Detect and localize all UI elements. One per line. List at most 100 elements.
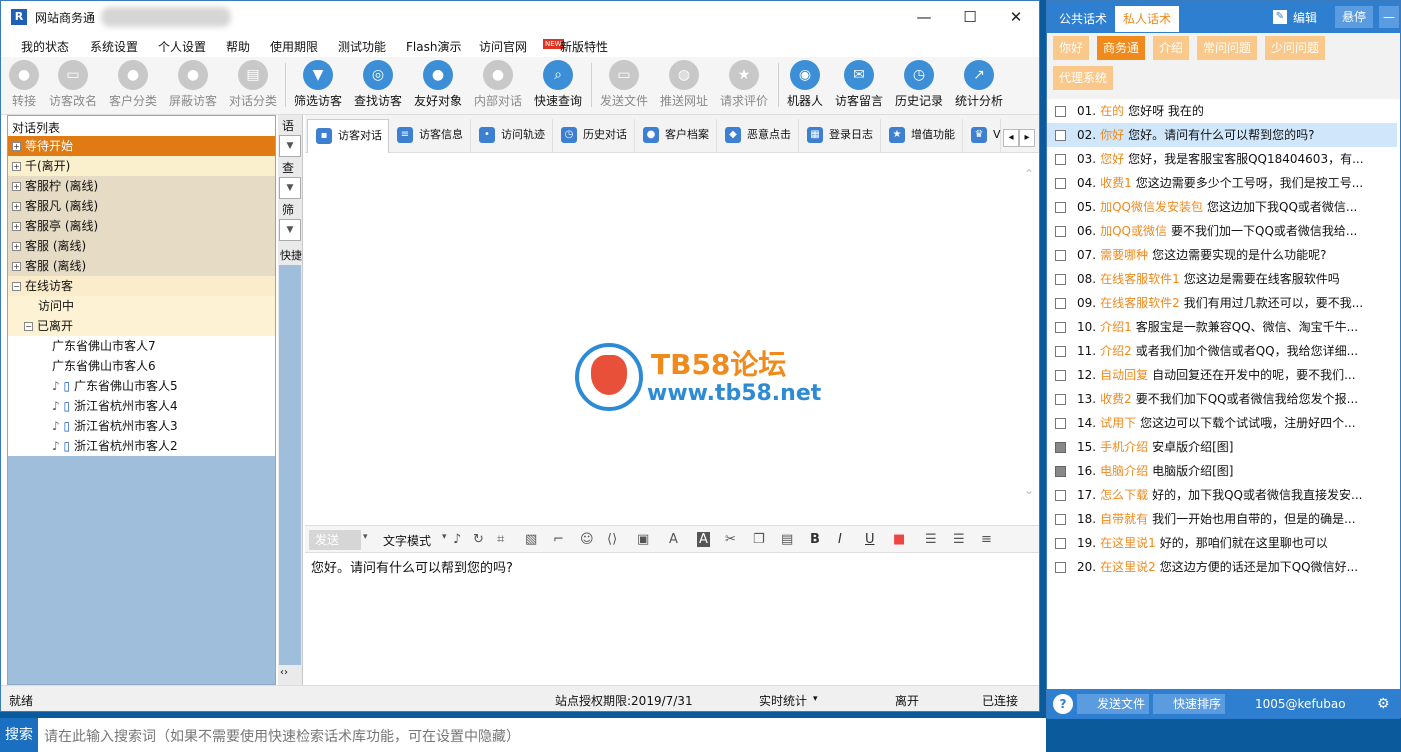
group-agent[interactable]: + 客服 (离线) — [8, 256, 275, 276]
menu-flash-demo[interactable]: Flash演示 — [406, 38, 461, 55]
edit-icon[interactable]: ✎ — [1273, 10, 1287, 24]
phrase-item[interactable]: 04. 收费1 您这边需要多少个工号呀，我们是按工号... — [1047, 171, 1397, 195]
push-url-button[interactable]: ◍ 推送网址 — [658, 60, 710, 109]
phrase-item[interactable]: 10. 介绍1 客服宝是一款兼容QQ、微信、淘宝千牛... — [1047, 315, 1397, 339]
category-business[interactable]: 商务通 — [1097, 36, 1146, 60]
classify-chat-button[interactable]: ▤ 对话分类 — [227, 60, 279, 109]
copy-icon[interactable]: ❐ — [753, 532, 765, 547]
history-button[interactable]: ◷ 历史记录 — [893, 60, 945, 109]
language-dropdown[interactable]: ▼ — [279, 135, 301, 157]
phrase-item[interactable]: 05. 加QQ微信发安装包 您这边加下我QQ或者微信... — [1047, 195, 1397, 219]
code-icon[interactable]: ⟨⟩ — [607, 532, 617, 547]
image-icon[interactable]: ▧ — [525, 532, 537, 547]
filter-dropdown[interactable]: ▼ — [279, 219, 301, 241]
phrase-item[interactable]: 03. 您好 您好，我是客服宝客服QQ18404603，有... — [1047, 147, 1397, 171]
phrase-item[interactable]: 14. 试用下 您这边可以下载个试试哦，注册好四个... — [1047, 411, 1397, 435]
save-icon[interactable]: ▣ — [637, 532, 649, 547]
group-agent[interactable]: + 客服 (离线) — [8, 236, 275, 256]
visitor-item[interactable]: 广东省佛山市客人7 — [8, 336, 275, 356]
robot-button[interactable]: ◉ 机器人 — [785, 60, 825, 109]
crop-icon[interactable]: ⌐ — [553, 532, 564, 547]
phrase-item[interactable]: 17. 怎么下载 好的，加下我QQ或者微信我直接发安... — [1047, 483, 1397, 507]
send-button[interactable]: 发送 — [309, 530, 361, 550]
paste-icon[interactable]: ▤ — [781, 532, 793, 547]
color-picker-icon[interactable]: ■ — [893, 532, 905, 547]
text-mode-select[interactable]: 文字模式 — [383, 532, 431, 549]
bullet-list-icon[interactable]: ☰ — [953, 532, 965, 547]
visitor-message-button[interactable]: ✉ 访客留言 — [833, 60, 885, 109]
send-file-button[interactable]: ▭ 发送文件 — [598, 60, 650, 109]
category-agent-system[interactable]: 代理系统 — [1053, 66, 1114, 90]
scroll-arrows-icon[interactable]: ‹› — [280, 667, 288, 678]
tab-scroll-right-icon[interactable]: ▸ — [1019, 129, 1035, 147]
tab-login-log[interactable]: ▦ 登录日志 — [799, 119, 881, 153]
menu-system-settings[interactable]: 系统设置 — [90, 38, 138, 55]
request-rating-button[interactable]: ★ 请求评价 — [718, 60, 770, 109]
menu-usage-period[interactable]: 使用期限 — [270, 38, 318, 55]
minimize-button[interactable]: — — [901, 1, 947, 33]
tab-public-phrases[interactable]: 公共话术 — [1051, 6, 1115, 32]
friendly-objects-button[interactable]: ● 友好对象 — [412, 60, 464, 109]
tab-visitor-info[interactable]: ≡ 访客信息 — [389, 119, 471, 153]
phrase-item[interactable]: 19. 在这里说1 好的，那咱们就在这里聊也可以 — [1047, 531, 1397, 555]
category-intro[interactable]: 介绍 — [1153, 36, 1190, 60]
bold-icon[interactable]: B — [810, 532, 820, 547]
realtime-stats[interactable]: 实时统计 — [759, 692, 807, 709]
tab-private-phrases[interactable]: 私人话术 — [1115, 6, 1180, 32]
screenshot-icon[interactable]: ⌗ — [497, 532, 504, 547]
menu-help[interactable]: 帮助 — [226, 38, 250, 55]
group-agent[interactable]: + 客服柠 (离线) — [8, 176, 275, 196]
tab-visit-track[interactable]: • 访问轨迹 — [471, 119, 553, 153]
emoji-icon[interactable]: ☺ — [580, 532, 594, 547]
visitor-item[interactable]: ♪ ▯ 浙江省杭州市客人4 — [8, 396, 275, 416]
message-area[interactable]: TB58论坛 www.tb58.net ⌃ ⌄ — [305, 153, 1039, 523]
menu-new-features[interactable]: 新版特性 — [560, 38, 608, 55]
visitor-item[interactable]: 广东省佛山市客人6 — [8, 356, 275, 376]
query-dropdown[interactable]: ▼ — [279, 177, 301, 199]
group-agent[interactable]: + 客服亭 (离线) — [8, 216, 275, 236]
rename-visitor-button[interactable]: ▭ 访客改名 — [47, 60, 99, 109]
settings-gear-icon[interactable]: ⚙ — [1377, 694, 1390, 714]
phrase-item[interactable]: 02. 你好 您好。请问有什么可以帮到您的吗? — [1047, 123, 1397, 147]
align-icon[interactable]: ≡ — [981, 532, 992, 547]
phrase-item[interactable]: 12. 自动回复 自动回复还在开发中的呢，要不我们... — [1047, 363, 1397, 387]
font-bg-icon[interactable]: A — [697, 532, 710, 547]
block-visitor-button[interactable]: ● 屏蔽访客 — [167, 60, 219, 109]
visitor-item[interactable]: ♪ ▯ 浙江省杭州市客人2 — [8, 436, 275, 456]
close-button[interactable]: ✕ — [993, 1, 1039, 33]
phrase-item[interactable]: 18. 自带就有 我们一开始也用自带的，但是的确是... — [1047, 507, 1397, 531]
tab-malicious-click[interactable]: ◆ 恶意点击 — [717, 119, 799, 153]
scroll-down-icon[interactable]: ⌄ — [1024, 483, 1034, 497]
phrase-item[interactable]: 06. 加QQ或微信 要不我们加一下QQ或者微信我给... — [1047, 219, 1397, 243]
minimize-button[interactable]: — — [1379, 6, 1399, 28]
scroll-up-icon[interactable]: ⌃ — [1024, 167, 1034, 181]
message-input[interactable]: 您好。请问有什么可以帮到您的吗? — [305, 553, 1039, 685]
phrase-item[interactable]: 13. 收费2 要不我们加下QQ或者微信我给您发个报... — [1047, 387, 1397, 411]
group-visiting[interactable]: 访问中 — [8, 296, 275, 316]
phrase-item[interactable]: 20. 在这里说2 您这边方便的话还是加下QQ微信好... — [1047, 555, 1397, 579]
send-options-icon[interactable]: ▾ — [363, 532, 368, 542]
send-file-button[interactable]: 发送文件 — [1077, 694, 1150, 714]
quick-sort-button[interactable]: 快速排序 — [1153, 694, 1226, 714]
group-waiting[interactable]: + 等待开始 — [8, 136, 275, 156]
phrase-item[interactable]: 07. 需要哪种 您这边需要实现的是什么功能呢? — [1047, 243, 1397, 267]
underline-icon[interactable]: U — [865, 532, 875, 547]
refresh-icon[interactable]: ↻ — [473, 532, 484, 547]
group-agent[interactable]: + 千(离开) — [8, 156, 275, 176]
font-color-icon[interactable]: A — [669, 532, 678, 547]
phrase-item[interactable]: 16. 电脑介绍 电脑版介绍[图] — [1047, 459, 1397, 483]
pin-button[interactable]: 悬停 — [1335, 6, 1373, 28]
tab-customer-file[interactable]: ● 客户档案 — [635, 119, 717, 153]
quick-query-button[interactable]: ⌕ 快速查询 — [532, 60, 584, 109]
internal-chat-button[interactable]: ● 内部对话 — [472, 60, 524, 109]
phrase-item[interactable]: 15. 手机介绍 安卓版介绍[图] — [1047, 435, 1397, 459]
group-left[interactable]: − 已离开 — [8, 316, 275, 336]
tab-scroll-left-icon[interactable]: ◂ — [1003, 129, 1019, 147]
statistics-button[interactable]: ↗ 统计分析 — [953, 60, 1005, 109]
tab-vip[interactable]: ♛ V — [963, 119, 1001, 153]
status-away[interactable]: 离开 — [895, 692, 919, 709]
visitor-item[interactable]: ♪ ▯ 浙江省杭州市客人3 — [8, 416, 275, 436]
visitor-item[interactable]: ♪ ▯ 广东省佛山市客人5 — [8, 376, 275, 396]
category-hello[interactable]: 你好 — [1053, 36, 1090, 60]
numbered-list-icon[interactable]: ☰ — [925, 532, 937, 547]
